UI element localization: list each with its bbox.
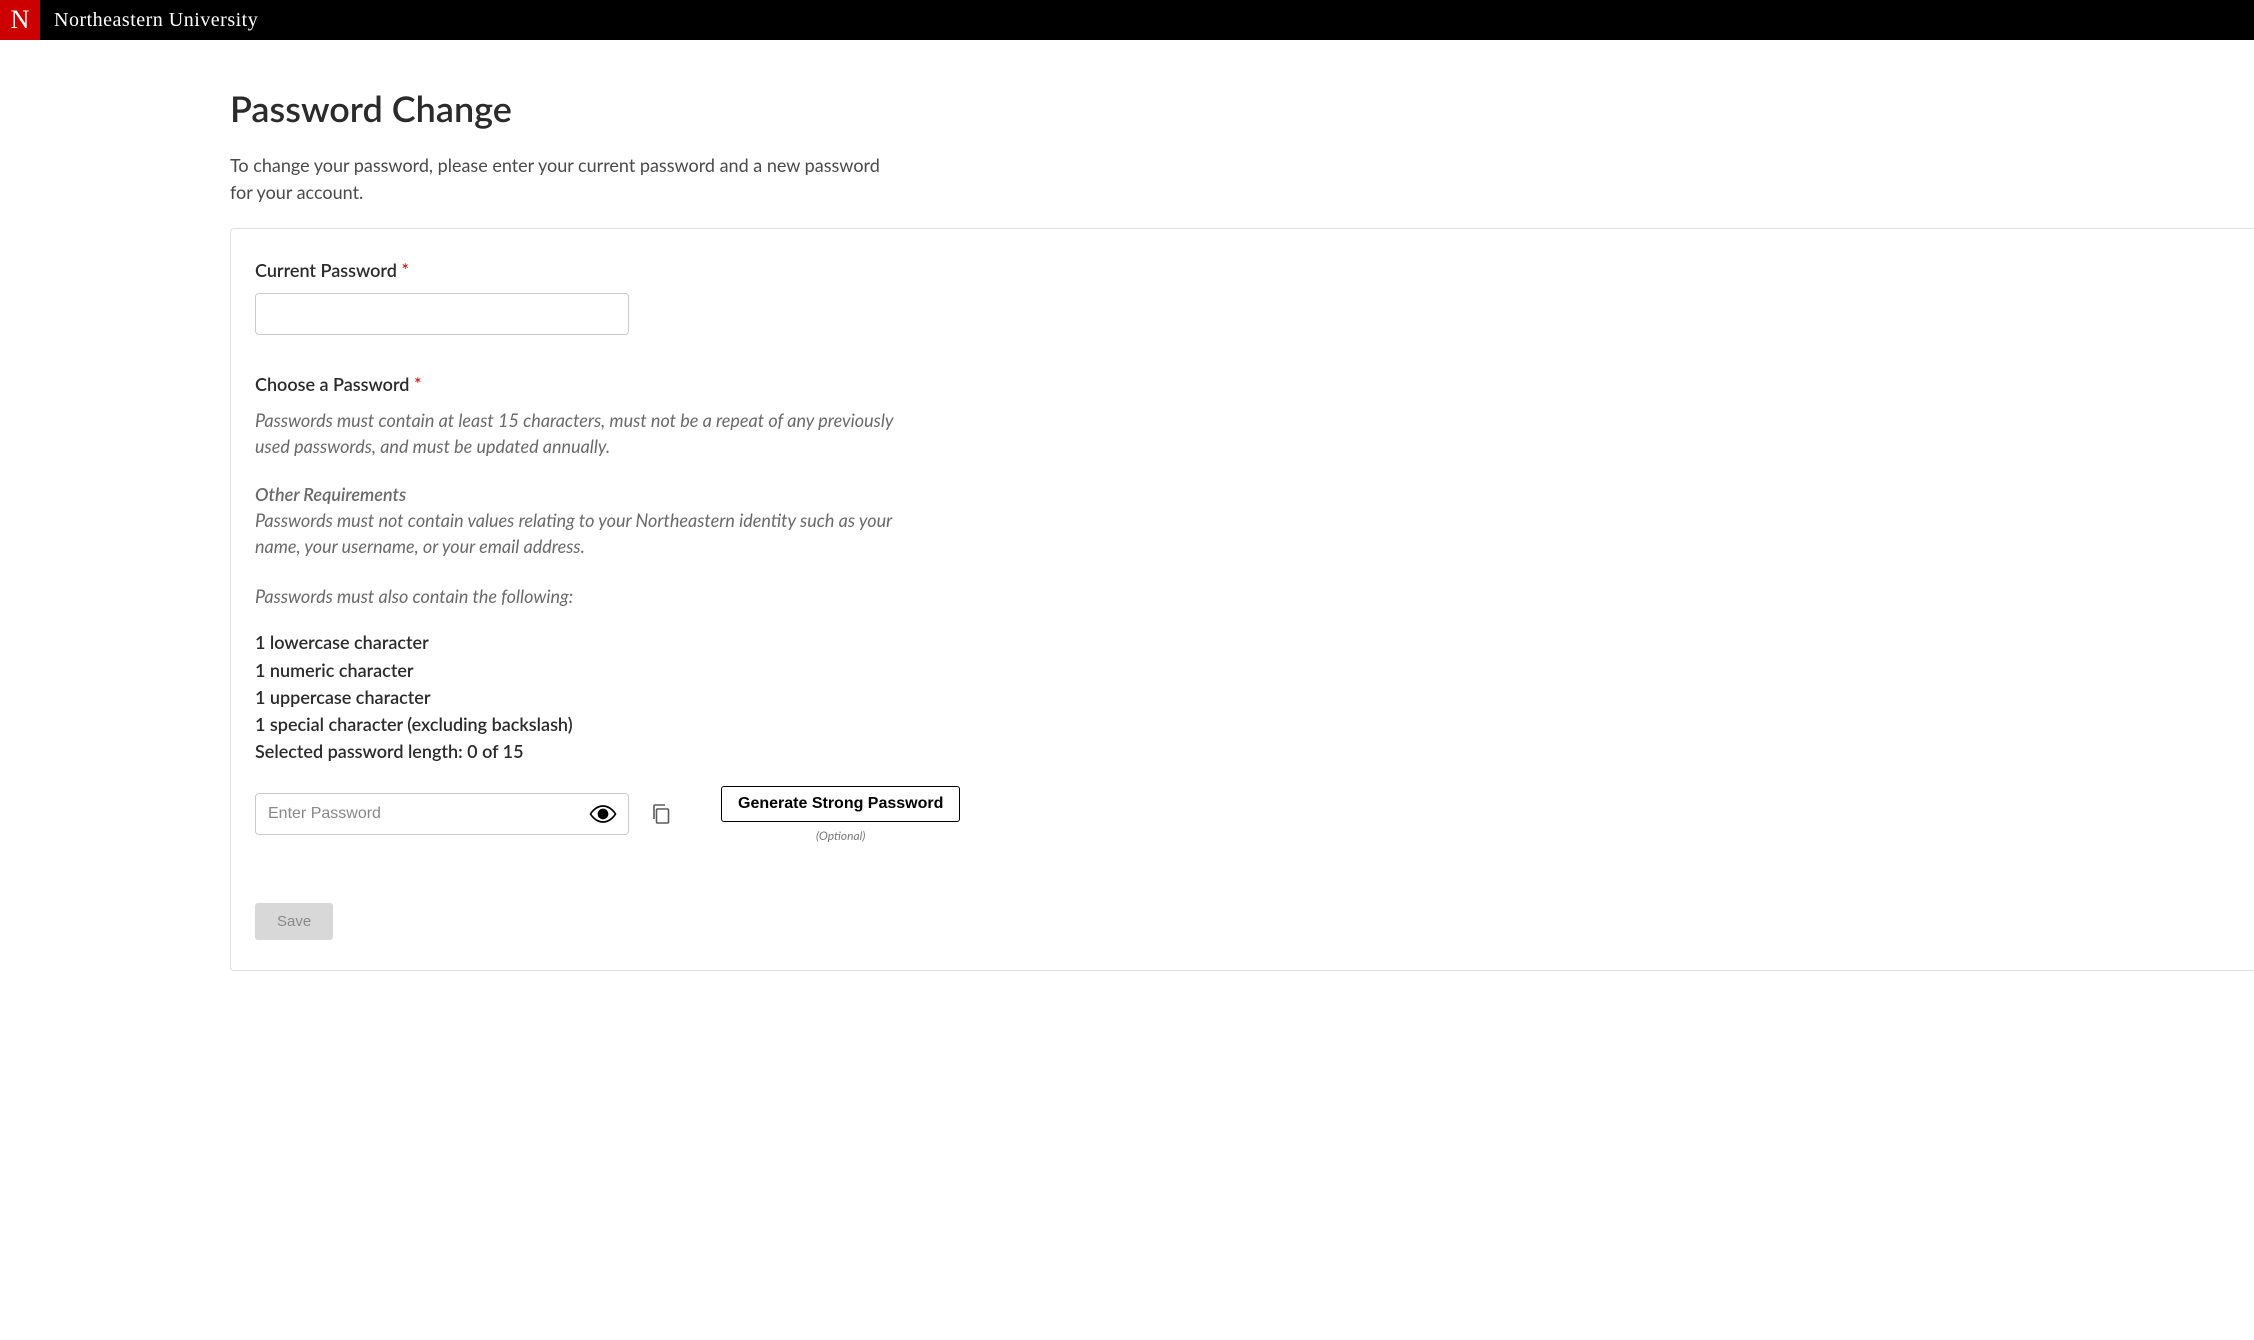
requirement-item: Selected password length: 0 of 15 xyxy=(255,738,2230,764)
requirement-item: 1 lowercase character xyxy=(255,629,2230,655)
main-content: Password Change To change your password,… xyxy=(230,40,2254,971)
page-title: Password Change xyxy=(230,86,2254,130)
required-star: * xyxy=(401,259,409,281)
current-password-label: Current Password * xyxy=(255,259,2230,281)
requirement-item: 1 uppercase character xyxy=(255,684,2230,710)
requirement-item: 1 special character (excluding backslash… xyxy=(255,711,2230,737)
new-password-row: Generate Strong Password (Optional) xyxy=(255,786,2230,843)
copy-password-button[interactable] xyxy=(645,797,677,831)
requirements-list: 1 lowercase character 1 numeric characte… xyxy=(255,629,2230,763)
intro-text: To change your password, please enter yo… xyxy=(230,152,890,206)
rule-primary: Passwords must contain at least 15 chara… xyxy=(255,407,895,459)
generate-wrap: Generate Strong Password (Optional) xyxy=(721,786,960,843)
current-password-label-text: Current Password xyxy=(255,259,397,281)
optional-hint: (Optional) xyxy=(816,828,865,843)
choose-password-label-text: Choose a Password xyxy=(255,373,409,395)
current-password-input[interactable] xyxy=(255,293,629,335)
eye-icon xyxy=(589,804,617,824)
rule-identity: Passwords must not contain values relati… xyxy=(255,507,895,559)
choose-password-label: Choose a Password * xyxy=(255,373,2230,395)
top-bar: N Northeastern University xyxy=(0,0,2254,40)
required-star: * xyxy=(414,373,422,395)
generate-password-button[interactable]: Generate Strong Password xyxy=(721,786,960,822)
toggle-visibility-button[interactable] xyxy=(585,800,621,828)
brand-logo: N xyxy=(0,0,40,40)
requirement-item: 1 numeric character xyxy=(255,657,2230,683)
other-requirements-heading: Other Requirements xyxy=(255,483,2230,505)
rule-contain-heading: Passwords must also contain the followin… xyxy=(255,583,895,609)
password-form: Current Password * Choose a Password * P… xyxy=(230,228,2254,971)
save-button[interactable]: Save xyxy=(255,903,333,940)
brand-logo-letter: N xyxy=(11,5,30,35)
copy-icon xyxy=(651,803,671,825)
brand-name: Northeastern University xyxy=(54,9,258,32)
new-password-input[interactable] xyxy=(255,793,629,835)
new-password-wrap xyxy=(255,793,629,835)
